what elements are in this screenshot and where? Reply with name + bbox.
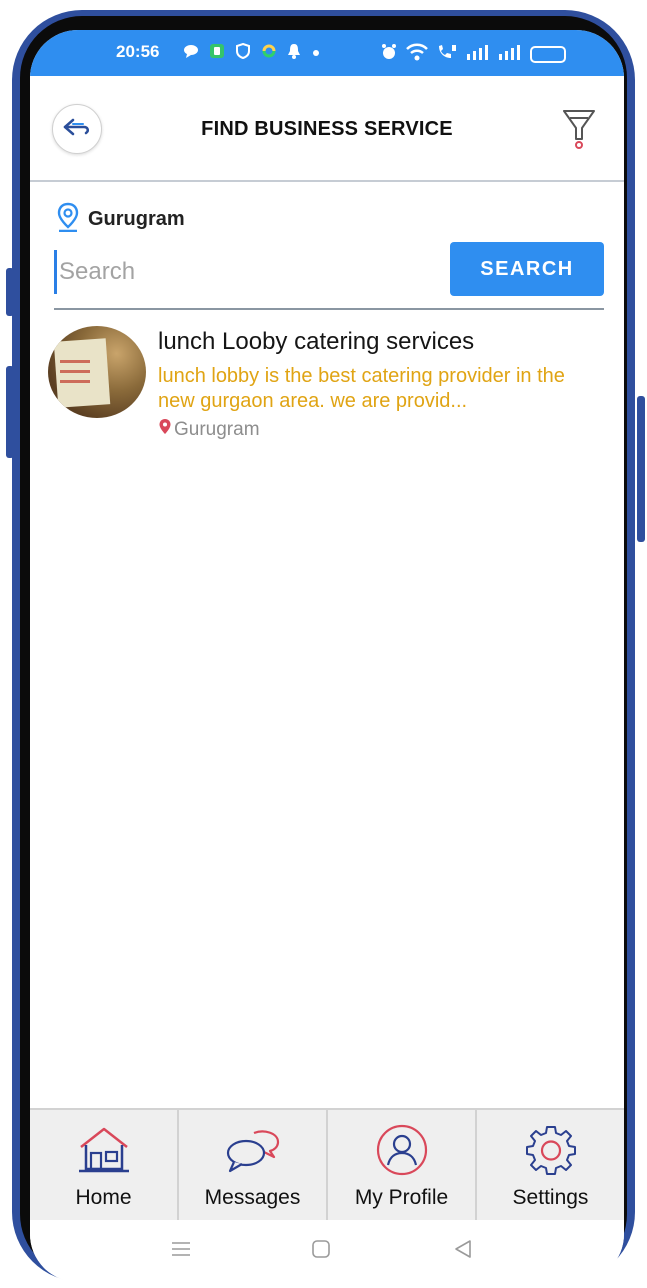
list-item[interactable]: lunch Looby catering services lunch lobb… [48, 326, 608, 440]
nav-home[interactable]: Home [30, 1110, 179, 1222]
filter-button[interactable] [562, 108, 596, 150]
app-icon [209, 43, 225, 64]
dot-icon [311, 45, 321, 63]
profile-icon [375, 1122, 429, 1178]
status-time: 20:56 [116, 42, 160, 61]
business-location-label: Gurugram [174, 419, 260, 440]
back-triangle-icon[interactable] [452, 1238, 474, 1265]
sync-icon [261, 43, 277, 64]
search-button[interactable]: SEARCH [450, 242, 604, 296]
nav-my-profile-label: My Profile [354, 1186, 449, 1209]
system-nav-bar [30, 1220, 624, 1282]
thumbnail-detail [60, 370, 90, 373]
nav-messages-label: Messages [204, 1186, 301, 1209]
nav-settings[interactable]: Settings [477, 1110, 624, 1222]
business-title: lunch Looby catering services [158, 328, 475, 355]
status-bar: 20:56 [30, 30, 624, 76]
app-header: FIND BUSINESS SERVICE [30, 76, 624, 182]
home-square-icon[interactable] [310, 1238, 332, 1265]
screen: 20:56 FIND BUSINESS SERVICE Gurugram Sea… [30, 30, 624, 1282]
settings-icon [524, 1122, 578, 1178]
location-label: Gurugram [88, 208, 185, 230]
volume-up-button [6, 268, 14, 316]
messages-icon [224, 1122, 282, 1178]
signal-icon [498, 44, 522, 65]
nav-my-profile[interactable]: My Profile [328, 1110, 477, 1222]
menu-icon[interactable] [170, 1238, 192, 1265]
power-button [637, 396, 645, 542]
shield-icon [235, 42, 251, 64]
location-selector[interactable]: Gurugram [56, 202, 185, 237]
home-icon [77, 1122, 131, 1178]
search-input[interactable] [54, 250, 441, 294]
nav-home-label: Home [75, 1186, 132, 1209]
status-notification-icons [183, 42, 321, 64]
status-system-icons [380, 43, 566, 66]
volume-down-button [6, 366, 14, 458]
bottom-nav: Home Messages My Profile Settings [30, 1108, 624, 1222]
thumbnail-detail [60, 380, 90, 383]
thumbnail-flyer [53, 338, 111, 408]
business-location: Gurugram [158, 418, 260, 442]
location-pin-icon [158, 418, 172, 442]
volte-icon [436, 43, 458, 66]
signal-icon [466, 44, 490, 65]
chat-icon [183, 44, 199, 63]
nav-messages[interactable]: Messages [179, 1110, 328, 1222]
location-pin-icon [56, 202, 80, 237]
battery-icon [530, 46, 566, 63]
search-bar: SEARCH [54, 242, 604, 310]
alarm-icon [380, 43, 398, 66]
bell-icon [287, 43, 301, 64]
business-description: lunch lobby is the best catering provide… [158, 365, 565, 412]
business-thumbnail [48, 326, 146, 418]
thumbnail-detail [60, 360, 90, 363]
page-title: FIND BUSINESS SERVICE [201, 118, 453, 140]
filter-icon [562, 110, 596, 154]
nav-settings-label: Settings [512, 1186, 589, 1209]
wifi-icon [406, 43, 428, 66]
